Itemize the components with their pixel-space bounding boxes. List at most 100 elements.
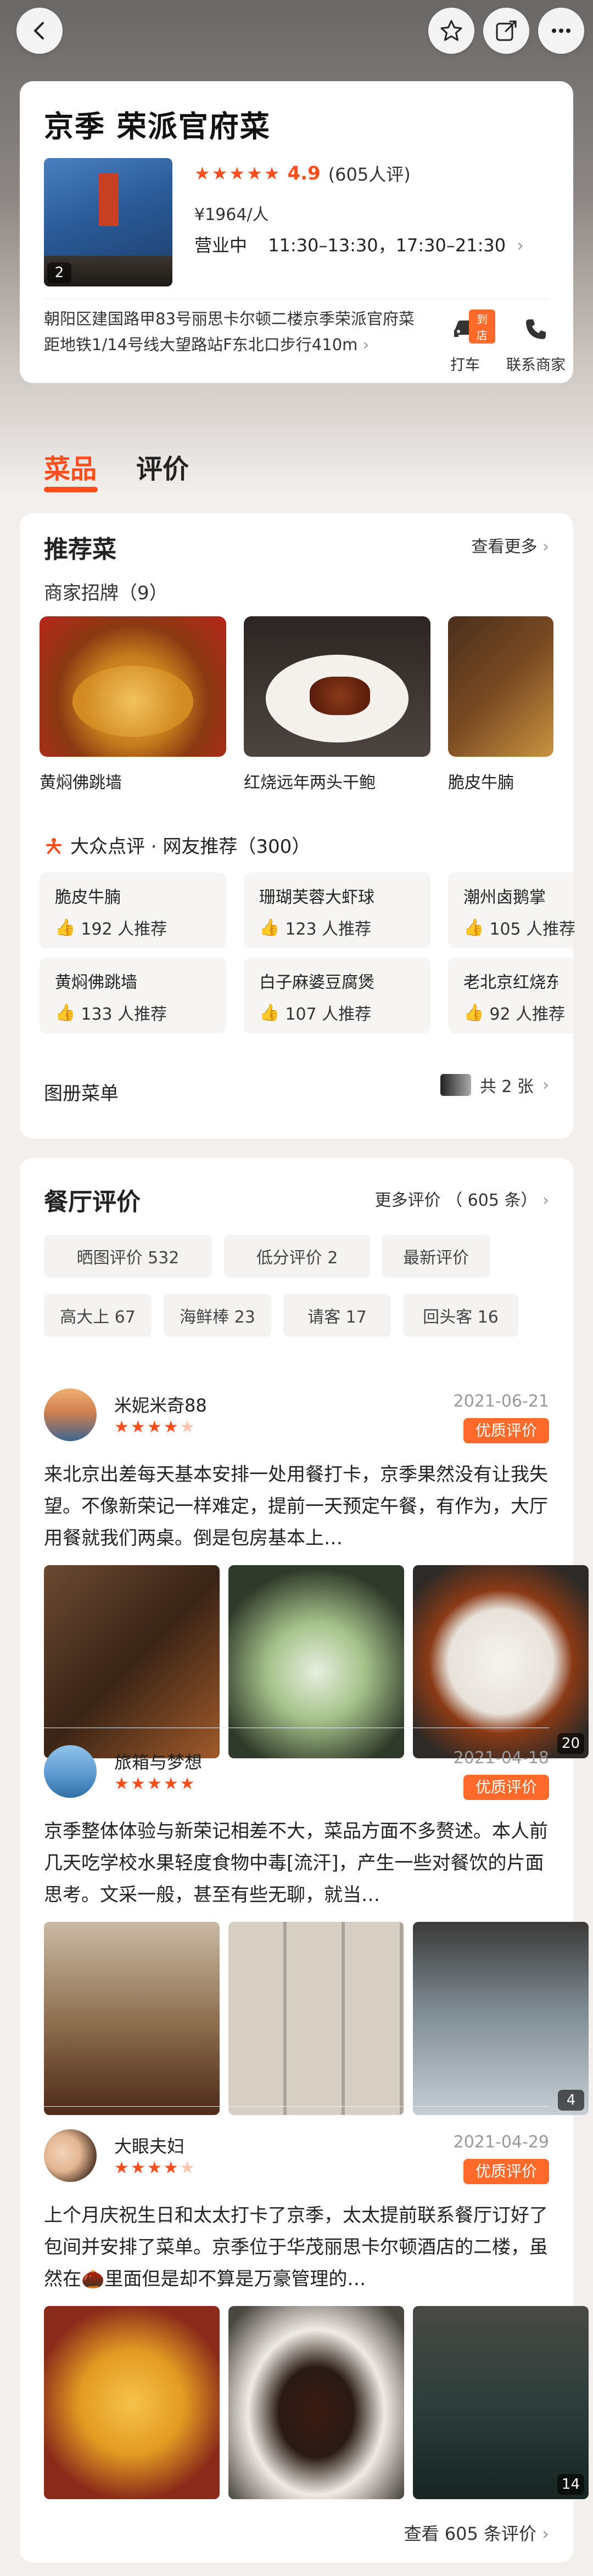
recommend-chip[interactable]: 白子麻婆豆腐煲 👍 107 人推荐 (244, 958, 430, 1033)
recommend-count: 192 人推荐 (81, 920, 167, 939)
dish-name: 黄焖佛跳墙 (40, 773, 122, 792)
cover-banner (99, 173, 119, 226)
dianping-logo-icon (46, 837, 61, 854)
dish-name: 红烧远年两头干鲍 (244, 773, 376, 792)
rating-score: 4.9 (287, 162, 321, 184)
review-date: 2021-06-21 (453, 1392, 549, 1411)
share-button[interactable] (483, 8, 529, 54)
review-photo[interactable]: 14 (413, 2306, 589, 2499)
favorite-button[interactable] (428, 8, 474, 54)
shop-address-text: 朝阳区建国路甲83号丽思卡尔顿二楼京季荣派官府菜 距地铁1/14号线大望路站F东… (44, 310, 415, 354)
thumbs-up-icon: 👍 (55, 1003, 76, 1022)
recommend-dish-name: 潮州卤鹅掌 (463, 888, 546, 907)
review-filter-chip[interactable]: 回头客 16 (403, 1294, 518, 1337)
netizen-recommend-header: 大众点评 · 网友推荐（300） (44, 831, 310, 858)
review-filter-chip[interactable]: 晒图评价 532 (44, 1235, 212, 1278)
recommend-dish-name: 黄焖佛跳墙 (55, 973, 137, 992)
contact-button[interactable]: 联系商家 (503, 317, 569, 374)
recommend-chip[interactable]: 老北京红烧东海 👍 92 人推荐 (448, 958, 573, 1033)
shop-cover-image[interactable]: 2 (44, 158, 172, 286)
top-bar (0, 8, 593, 63)
review-item[interactable]: 旅箱与梦想 2021-04-18 ★ ★ ★ ★ ★ 优质评价 京季整体体验与新荣记相差… (20, 1745, 589, 2115)
reviews-title: 餐厅评价 (44, 1188, 141, 1216)
user-avatar[interactable] (44, 1745, 97, 1798)
recommend-count: 92 人推荐 (489, 1005, 566, 1024)
recommend-dish-name: 白子麻婆豆腐煲 (259, 973, 374, 992)
review-username[interactable]: 大眼夫妇 (114, 2133, 184, 2158)
menu-album-link[interactable]: 共 2 张 › (440, 1073, 549, 1097)
active-tab-indicator (44, 487, 98, 492)
tab-reviews[interactable]: 评价 (136, 447, 189, 486)
signature-title: 商家招牌（9） (44, 582, 168, 604)
recommend-chip[interactable]: 黄焖佛跳墙 👍 133 人推荐 (40, 958, 226, 1033)
back-button[interactable] (16, 8, 63, 54)
review-photo[interactable] (228, 2306, 404, 2499)
review-filter-chip[interactable]: 低分评价 2 (224, 1235, 370, 1278)
review-photo[interactable]: 20 (413, 1565, 589, 1758)
review-filter-chip[interactable]: 海鲜棒 23 (164, 1294, 271, 1337)
recommend-dish-name: 老北京红烧东海 (463, 973, 558, 992)
recommend-chip[interactable]: 脆皮牛腩 👍 192 人推荐 (40, 873, 226, 948)
phone-icon (526, 319, 546, 339)
section-tabs: 菜品 评价 (44, 447, 189, 492)
review-filter-chip[interactable]: 高大上 67 (44, 1294, 152, 1337)
menu-album-count: 共 2 张 (479, 1077, 534, 1096)
more-reviews-link[interactable]: 更多评价 （ 605 条） › (375, 1186, 549, 1211)
more-button[interactable] (538, 8, 584, 54)
tab-dishes-label: 菜品 (44, 454, 97, 485)
review-photo[interactable] (44, 1565, 220, 1758)
quality-review-badge: 优质评价 (463, 2159, 549, 2184)
business-hours-value: 11:30–13:30，17:30–21:30 (268, 235, 506, 256)
review-filter-chip[interactable]: 请客 17 (283, 1294, 391, 1337)
menu-album-thumbnail (440, 1074, 471, 1096)
dish-card[interactable]: 红烧远年两头干鲍 (244, 616, 430, 793)
menu-album-label[interactable]: 图册菜单 (44, 1078, 119, 1105)
review-photo-count: 4 (558, 2090, 584, 2111)
review-filter-chip[interactable]: 最新评价 (382, 1235, 490, 1278)
taxi-button[interactable]: 到店 打车 (435, 310, 495, 374)
review-photo[interactable] (228, 1565, 404, 1758)
review-photo[interactable] (228, 1922, 404, 2115)
contact-label: 联系商家 (506, 357, 566, 374)
recommend-count: 105 人推荐 (489, 920, 576, 939)
chevron-right-icon: › (542, 537, 549, 556)
view-all-reviews-label: 查看 605 条评价 (404, 2523, 537, 2544)
review-photo[interactable]: 4 (413, 1922, 589, 2115)
view-all-reviews-link[interactable]: 查看 605 条评价 › (404, 2520, 549, 2545)
review-date: 2021-04-29 (453, 2133, 549, 2152)
user-avatar[interactable] (44, 1388, 97, 1441)
user-avatar[interactable] (44, 2129, 97, 2182)
share-icon (496, 20, 517, 41)
review-photo[interactable] (44, 2306, 220, 2499)
review-username[interactable]: 旅箱与梦想 (114, 1748, 202, 1774)
thumbs-up-icon: 👍 (463, 1003, 484, 1022)
dish-card[interactable]: 脆皮牛腩 (448, 616, 553, 793)
view-more-label: 查看更多 (471, 537, 538, 556)
thumbs-up-icon: 👍 (55, 918, 76, 937)
view-more-dishes-link[interactable]: 查看更多 › (471, 533, 549, 557)
review-item[interactable]: 米妮米奇88 2021-06-21 ★ ★ ★ ★ ★ 优质评价 来北京出差每天基本安排… (20, 1388, 589, 1773)
review-photo[interactable] (44, 1922, 220, 2115)
netizen-recommend-title: 大众点评 · 网友推荐（300） (70, 836, 311, 858)
recommend-chip[interactable]: 潮州卤鹅掌 👍 105 人推荐 (448, 873, 576, 948)
average-price: ¥1964/人 (194, 205, 269, 224)
recommend-chip[interactable]: 珊瑚芙蓉大虾球 👍 123 人推荐 (244, 873, 430, 948)
chevron-right-icon: › (517, 235, 524, 256)
review-text: 上个月庆祝生日和太太打卡了京季，太太提前联系餐厅订好了包间并安排了菜单。京季位于… (44, 2204, 548, 2290)
recommend-count: 107 人推荐 (285, 1005, 372, 1024)
more-dots-icon (552, 29, 570, 33)
dish-card[interactable]: 黄焖佛跳墙 (40, 616, 226, 793)
review-username[interactable]: 米妮米奇88 (114, 1392, 207, 1417)
business-hours: 营业中 11:30–13:30，17:30–21:30 › (194, 232, 524, 257)
rating-count: (605人评) (328, 164, 411, 185)
recommended-dishes-card: 推荐菜 查看更多 › 商家招牌（9） 黄焖佛跳墙 红烧远年两头干鲍 脆皮牛腩 大… (20, 513, 576, 1139)
shop-address[interactable]: 朝阳区建国路甲83号丽思卡尔顿二楼京季荣派官府菜 距地铁1/14号线大望路站F东… (44, 306, 428, 358)
chevron-right-icon: › (542, 1191, 549, 1210)
tab-dishes[interactable]: 菜品 (44, 447, 98, 492)
thumbs-up-icon: 👍 (463, 918, 484, 937)
review-item[interactable]: 大眼夫妇 2021-04-29 ★ ★ ★ ★ ★ 优质评价 上个月庆祝生日和太太打卡了… (20, 2129, 589, 2499)
recommend-dish-name: 珊瑚芙蓉大虾球 (259, 888, 374, 907)
recommend-dish-name: 脆皮牛腩 (55, 888, 121, 907)
divider (44, 2106, 549, 2107)
quality-review-badge: 优质评价 (463, 1418, 549, 1443)
